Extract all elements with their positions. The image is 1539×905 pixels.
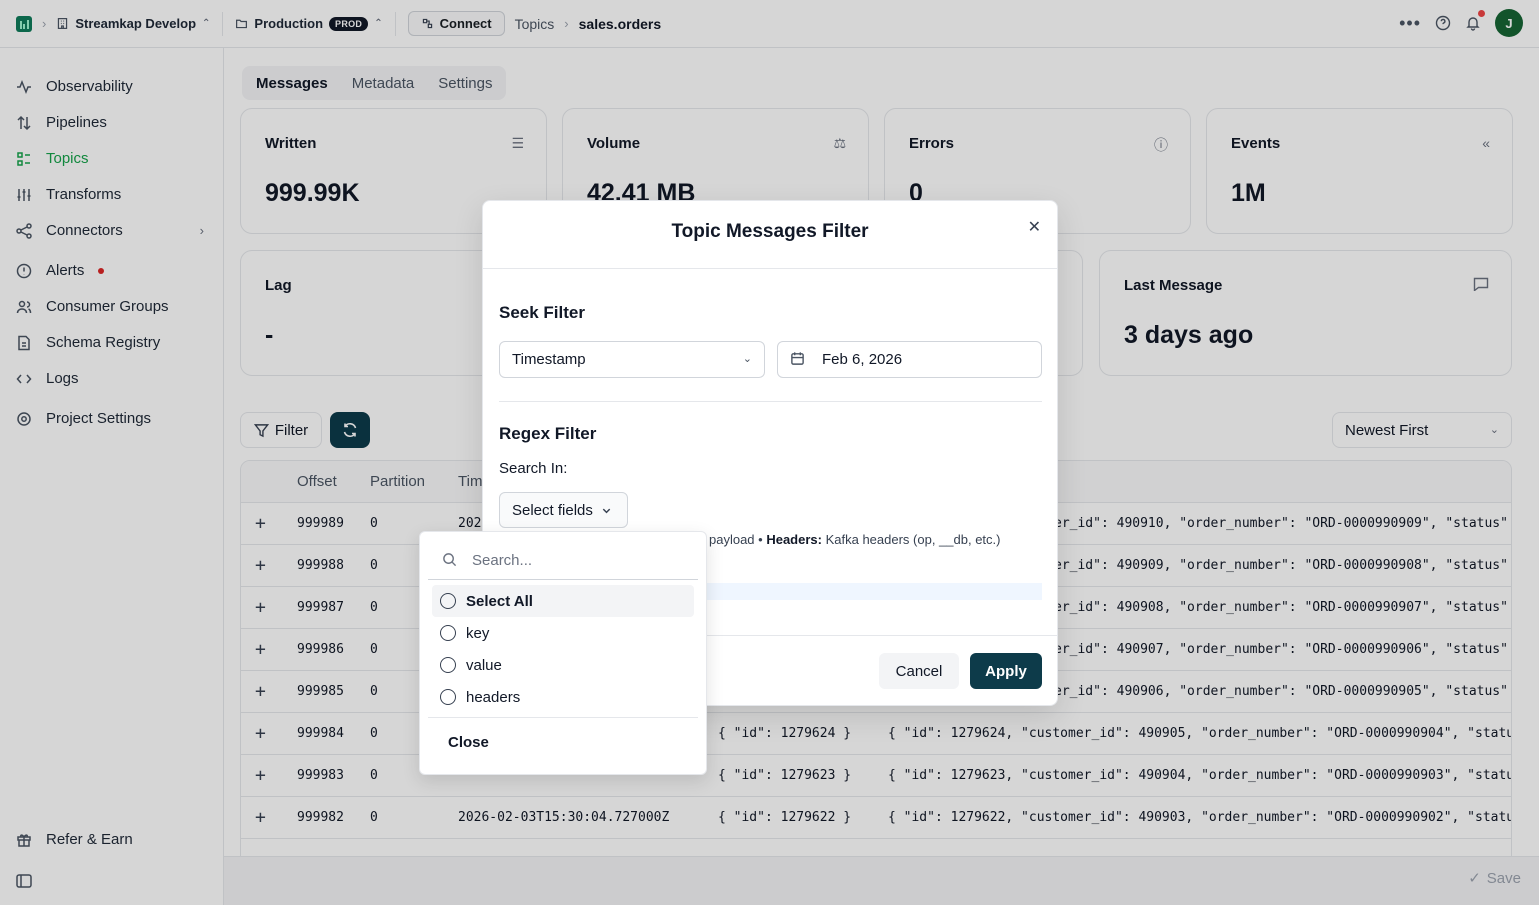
help-prefix: payload • bbox=[709, 532, 763, 547]
seek-mode-value: Timestamp bbox=[512, 351, 586, 368]
checkbox[interactable] bbox=[440, 625, 456, 641]
dropdown-close-button[interactable]: Close bbox=[448, 734, 489, 751]
divider bbox=[499, 401, 1042, 402]
seek-date-value: Feb 6, 2026 bbox=[822, 351, 903, 368]
divider bbox=[428, 717, 698, 718]
seek-date-picker[interactable]: Feb 6, 2026 bbox=[777, 341, 1042, 378]
option-label: value bbox=[466, 656, 502, 674]
chevron-down-icon: ⌄ bbox=[742, 353, 752, 365]
option-key[interactable]: key bbox=[432, 617, 694, 649]
apply-button[interactable]: Apply bbox=[970, 653, 1042, 689]
select-fields-label: Select fields bbox=[512, 501, 593, 519]
chevron-down-icon bbox=[602, 508, 611, 513]
checkbox[interactable] bbox=[440, 689, 456, 705]
option-label: Select All bbox=[466, 592, 533, 610]
fields-search[interactable]: Search... bbox=[428, 540, 698, 580]
option-label: headers bbox=[466, 688, 521, 706]
close-icon[interactable]: ✕ bbox=[1028, 217, 1041, 237]
cancel-button[interactable]: Cancel bbox=[879, 653, 959, 689]
option-headers[interactable]: headers bbox=[432, 681, 694, 713]
search-help-text: payload • Headers: Kafka headers (op, __… bbox=[709, 532, 1000, 547]
regex-filter-title: Regex Filter bbox=[499, 424, 597, 443]
option-select-all[interactable]: Select All bbox=[432, 585, 694, 617]
search-placeholder: Search... bbox=[472, 552, 533, 569]
calendar-icon bbox=[790, 351, 805, 370]
option-label: key bbox=[466, 624, 490, 642]
search-in-label: Search In: bbox=[499, 460, 568, 477]
fields-dropdown: Search... Select All key value headers C… bbox=[419, 531, 707, 775]
help-headers-text: Kafka headers (op, __db, etc.) bbox=[825, 532, 1001, 547]
info-strip bbox=[707, 583, 1042, 600]
seek-mode-select[interactable]: Timestamp ⌄ bbox=[499, 341, 765, 378]
option-value[interactable]: value bbox=[432, 649, 694, 681]
select-fields-button[interactable]: Select fields bbox=[499, 492, 628, 528]
help-headers-label: Headers: bbox=[766, 532, 822, 547]
search-icon bbox=[442, 552, 457, 570]
seek-filter-title: Seek Filter bbox=[499, 303, 585, 322]
checkbox[interactable] bbox=[440, 593, 456, 609]
divider bbox=[483, 268, 1057, 269]
modal-title: Topic Messages Filter bbox=[671, 221, 869, 242]
checkbox[interactable] bbox=[440, 657, 456, 673]
